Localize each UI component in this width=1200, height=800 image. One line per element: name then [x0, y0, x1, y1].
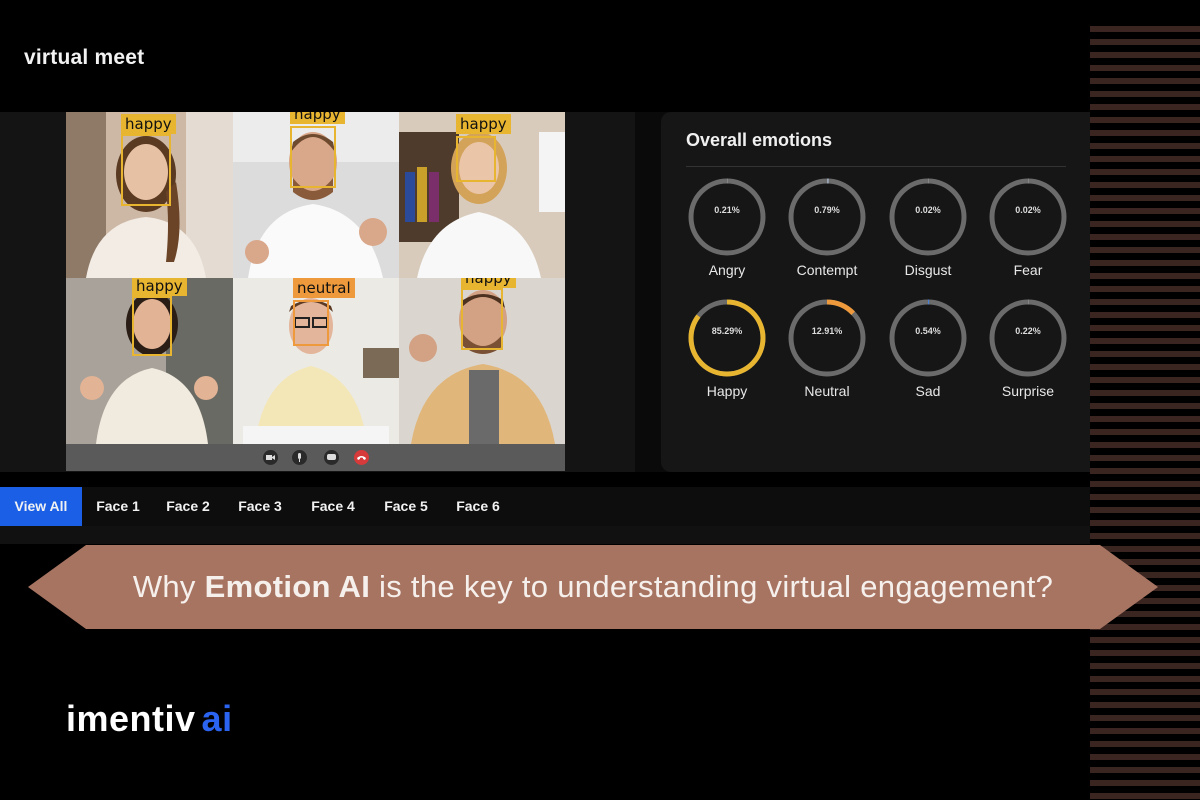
- participant-tile-6[interactable]: happy: [399, 278, 565, 444]
- tab-face-6[interactable]: Face 6: [448, 487, 508, 526]
- gauge-value: 85.29%: [711, 326, 743, 336]
- gauge-label: Angry: [708, 262, 746, 278]
- gauge-happy[interactable]: 85.29% Happy: [686, 297, 768, 399]
- gauge-fear[interactable]: 0.02% Fear: [987, 176, 1069, 278]
- headline-text: Why Emotion AI is the key to understandi…: [28, 545, 1158, 629]
- face-box: [290, 126, 336, 188]
- participant-tile-3[interactable]: happy: [399, 112, 565, 278]
- headline-suffix: is the key to understanding virtual enga…: [370, 569, 1054, 604]
- face-tabs-bar: View All Face 1 Face 2 Face 3 Face 4 Fac…: [0, 487, 1090, 526]
- tab-view-all[interactable]: View All: [0, 487, 82, 526]
- emotion-label: happy: [121, 114, 176, 134]
- brand-name: imentiv: [66, 698, 196, 739]
- overall-emotions-panel: Overall emotions 0.21% Angry 0.79% Contempt…: [661, 112, 1090, 472]
- microphone-icon[interactable]: [292, 450, 307, 465]
- face-box: [456, 136, 496, 182]
- gauge-value: 0.22%: [1015, 326, 1041, 336]
- gauge-ring: [989, 178, 1067, 256]
- gauge-ring: [688, 299, 766, 377]
- camera-icon[interactable]: [263, 450, 278, 465]
- face-box: [461, 288, 503, 350]
- gauge-value: 0.02%: [915, 205, 941, 215]
- gauge-label: Contempt: [796, 262, 858, 278]
- end-call-icon[interactable]: [354, 450, 369, 465]
- gauge-surprise[interactable]: 0.22% Surprise: [987, 297, 1069, 399]
- gauge-sad[interactable]: 0.54% Sad: [887, 297, 969, 399]
- gauge-value: 0.21%: [714, 205, 740, 215]
- face-box: [132, 296, 172, 356]
- gauge-ring: [788, 299, 866, 377]
- gauge-ring: [688, 178, 766, 256]
- participant-tile-5[interactable]: neutral: [233, 278, 399, 444]
- emotion-label: happy: [461, 278, 516, 288]
- content-strip: [0, 526, 1090, 544]
- gauge-disgust[interactable]: 0.02% Disgust: [887, 176, 969, 278]
- tab-face-5[interactable]: Face 5: [376, 487, 436, 526]
- headline-banner: Why Emotion AI is the key to understandi…: [28, 545, 1158, 629]
- gauge-ring: [788, 178, 866, 256]
- emotion-label: happy: [132, 278, 187, 296]
- gauge-ring: [989, 299, 1067, 377]
- gauge-track: [688, 178, 766, 256]
- gauge-contempt[interactable]: 0.79% Contempt: [786, 176, 868, 278]
- gauge-ring: [889, 178, 967, 256]
- gauge-neutral[interactable]: 12.91% Neutral: [786, 297, 868, 399]
- divider: [686, 166, 1066, 167]
- tab-face-4[interactable]: Face 4: [303, 487, 363, 526]
- gauge-track: [889, 178, 967, 256]
- participant-tile-2[interactable]: happy: [233, 112, 399, 278]
- gauge-value: 0.79%: [814, 205, 840, 215]
- call-controls-bar: [66, 444, 565, 471]
- gauge-track: [889, 299, 967, 377]
- tab-face-1[interactable]: Face 1: [86, 487, 150, 526]
- face-box: [121, 134, 171, 206]
- app-title: virtual meet: [24, 46, 145, 69]
- participant-tile-4[interactable]: happy: [66, 278, 233, 444]
- gauge-value: 0.02%: [1015, 205, 1041, 215]
- emotion-label: happy: [290, 112, 345, 124]
- gauge-label: Sad: [915, 383, 941, 399]
- gauge-track: [989, 178, 1067, 256]
- gauge-angry[interactable]: 0.21% Angry: [686, 176, 768, 278]
- gauge-label: Happy: [706, 383, 748, 399]
- gauge-value: 0.54%: [915, 326, 941, 336]
- decorative-stripes: [1090, 26, 1200, 800]
- gauge-value: 12.91%: [811, 326, 843, 336]
- emotions-title: Overall emotions: [686, 130, 833, 150]
- emotion-label: neutral: [293, 278, 355, 298]
- face-box: [293, 300, 329, 346]
- brand-suffix: ai: [201, 698, 233, 739]
- gauge-track: [989, 299, 1067, 377]
- headline-highlight: Emotion AI: [204, 569, 371, 604]
- video-grid: happy happy happy happy neutral happy: [66, 112, 565, 444]
- brand-logo: imentiv ai: [66, 698, 233, 740]
- chat-icon[interactable]: [324, 450, 339, 465]
- emotion-label: happy: [456, 114, 511, 134]
- tab-face-2[interactable]: Face 2: [158, 487, 218, 526]
- gauge-ring: [889, 299, 967, 377]
- headline-prefix: Why: [132, 569, 205, 604]
- participant-tile-1[interactable]: happy: [66, 112, 233, 278]
- tab-face-3[interactable]: Face 3: [230, 487, 290, 526]
- gauge-label: Fear: [1013, 262, 1043, 278]
- gauge-label: Surprise: [1001, 383, 1055, 399]
- gauge-track: [788, 178, 866, 256]
- gauge-label: Disgust: [904, 262, 952, 278]
- gauge-label: Neutral: [804, 383, 850, 399]
